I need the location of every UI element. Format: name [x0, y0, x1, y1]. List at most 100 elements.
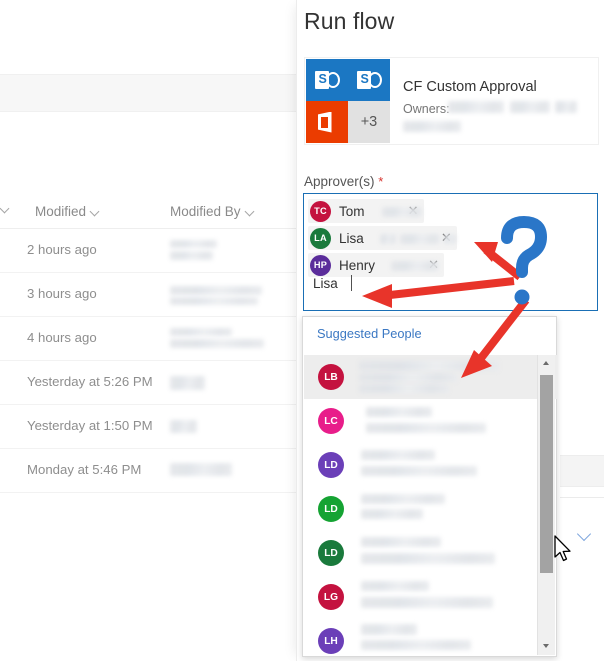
person-name-redacted — [366, 407, 432, 417]
column-header-modified[interactable]: Modified — [35, 204, 100, 219]
approver-name-redacted — [391, 261, 439, 271]
approver-name-redacted — [380, 234, 396, 244]
approver-name-redacted — [444, 234, 456, 244]
mouse-pointer — [554, 535, 571, 562]
approver-name: Henry — [339, 257, 376, 273]
approvers-label-text: Approver(s) — [304, 174, 375, 189]
scrollbar-thumb[interactable] — [540, 375, 553, 573]
chevron-down-icon — [1, 204, 10, 213]
column-header-modified-label: Modified — [35, 204, 87, 219]
person-email-redacted — [361, 597, 493, 608]
cell-modified: Yesterday at 5:26 PM — [27, 374, 153, 389]
office-icon — [306, 101, 348, 143]
cell-modified: Yesterday at 1:50 PM — [27, 418, 153, 433]
person-name-redacted — [361, 581, 429, 591]
chevron-down-icon[interactable] — [578, 529, 595, 538]
list-item[interactable]: LC — [304, 399, 557, 443]
avatar: LB — [318, 364, 344, 390]
sharepoint-list-view: Modified Modified By 2 hours ago 3 hours… — [0, 0, 296, 661]
list-item[interactable]: LD — [304, 531, 557, 575]
approver-chip[interactable]: LA Lisa ✕ — [308, 226, 457, 250]
list-item[interactable]: LG — [304, 575, 557, 619]
table-row[interactable]: Yesterday at 5:26 PM — [0, 361, 296, 405]
table-row[interactable]: 3 hours ago — [0, 273, 296, 317]
approver-chip[interactable]: HP Henry ✕ — [308, 253, 445, 277]
flow-card: +3 CF Custom Approval Owners: — [304, 57, 599, 145]
list-command-band — [0, 74, 296, 112]
sharepoint-icon — [306, 59, 348, 101]
person-email-redacted — [361, 553, 495, 564]
cell-modified-by-redacted — [170, 376, 205, 390]
list-item[interactable]: LB — [304, 355, 557, 399]
chevron-down-icon — [91, 207, 100, 216]
cell-modified: 3 hours ago — [27, 286, 97, 301]
avatar: LD — [318, 496, 344, 522]
table-row[interactable]: Yesterday at 1:50 PM — [0, 405, 296, 449]
list-column-headers: Modified Modified By — [0, 200, 296, 226]
person-email-redacted — [359, 384, 449, 393]
cell-modified-by-redacted — [170, 286, 262, 295]
person-name-redacted — [361, 624, 417, 635]
dropdown-scrollbar[interactable] — [537, 355, 555, 655]
flow-name: CF Custom Approval — [403, 79, 537, 95]
list-item[interactable]: LD — [304, 443, 557, 487]
scroll-down-button[interactable] — [538, 638, 555, 655]
cell-modified-by-redacted — [170, 251, 213, 260]
table-row[interactable]: 4 hours ago — [0, 317, 296, 361]
approvers-search-input[interactable]: Lisa — [313, 276, 338, 291]
flow-owners-redacted — [448, 101, 504, 113]
person-email-redacted — [361, 466, 477, 476]
approver-name: Tom — [339, 203, 365, 219]
person-name-redacted — [361, 450, 435, 460]
person-email-redacted — [361, 640, 471, 650]
person-name-redacted — [361, 537, 441, 547]
flow-owners-redacted — [403, 121, 461, 132]
list-item[interactable]: LH — [304, 619, 557, 655]
person-name-redacted — [361, 494, 445, 504]
column-header-modified-by[interactable]: Modified By — [170, 204, 255, 219]
form-divider — [560, 497, 604, 498]
cell-modified-by-redacted — [170, 240, 217, 248]
cell-modified: Monday at 5:46 PM — [27, 462, 142, 477]
avatar: LD — [318, 452, 344, 478]
avatar: LG — [318, 584, 344, 610]
list-rows: 2 hours ago 3 hours ago 4 hours ago Yest… — [0, 228, 296, 493]
text-caret — [351, 275, 352, 291]
table-row[interactable]: 2 hours ago — [0, 228, 296, 273]
cell-modified-by-redacted — [170, 328, 232, 336]
person-name-redacted — [359, 373, 457, 382]
cell-modified-by-redacted — [170, 339, 264, 348]
avatar: LC — [318, 408, 344, 434]
cell-modified-by-redacted — [170, 420, 197, 433]
list-item[interactable]: LD — [304, 487, 557, 531]
scroll-up-button[interactable] — [538, 355, 555, 372]
column-header-0[interactable] — [0, 204, 10, 213]
avatar: LD — [318, 540, 344, 566]
avatar: LH — [318, 628, 344, 654]
approvers-people-picker[interactable]: TC Tom ✕ LA Lisa ✕ HP Henry ✕ Lisa — [303, 193, 598, 311]
form-row-band — [560, 455, 604, 487]
page-title: Run flow — [304, 8, 395, 34]
flow-owners-redacted — [555, 101, 577, 113]
approver-chip[interactable]: TC Tom ✕ — [308, 199, 424, 223]
avatar: HP — [310, 254, 331, 276]
screen: Modified Modified By 2 hours ago 3 hours… — [0, 0, 604, 661]
person-email-redacted — [366, 423, 486, 433]
avatar: LA — [310, 227, 331, 249]
avatar: TC — [310, 200, 331, 222]
required-marker: * — [378, 174, 384, 189]
cell-modified: 2 hours ago — [27, 242, 97, 257]
approver-name-redacted — [400, 234, 440, 244]
suggested-people-list[interactable]: LB LC LD LD LD LG LH — [304, 355, 557, 655]
chevron-down-icon — [246, 207, 255, 216]
cell-modified-by-redacted — [170, 463, 232, 476]
suggested-people-dropdown[interactable]: Suggested People LB LC LD LD LD LG LH — [302, 316, 557, 657]
cell-modified-by-redacted — [170, 297, 258, 305]
person-email-redacted — [361, 509, 423, 519]
approver-name: Lisa — [339, 230, 364, 246]
flow-owners-redacted — [510, 101, 550, 113]
table-row[interactable]: Monday at 5:46 PM — [0, 449, 296, 493]
flow-owners-label: Owners: — [403, 102, 450, 116]
approvers-field-label: Approver(s) * — [304, 174, 383, 189]
approver-name-redacted — [382, 207, 422, 217]
